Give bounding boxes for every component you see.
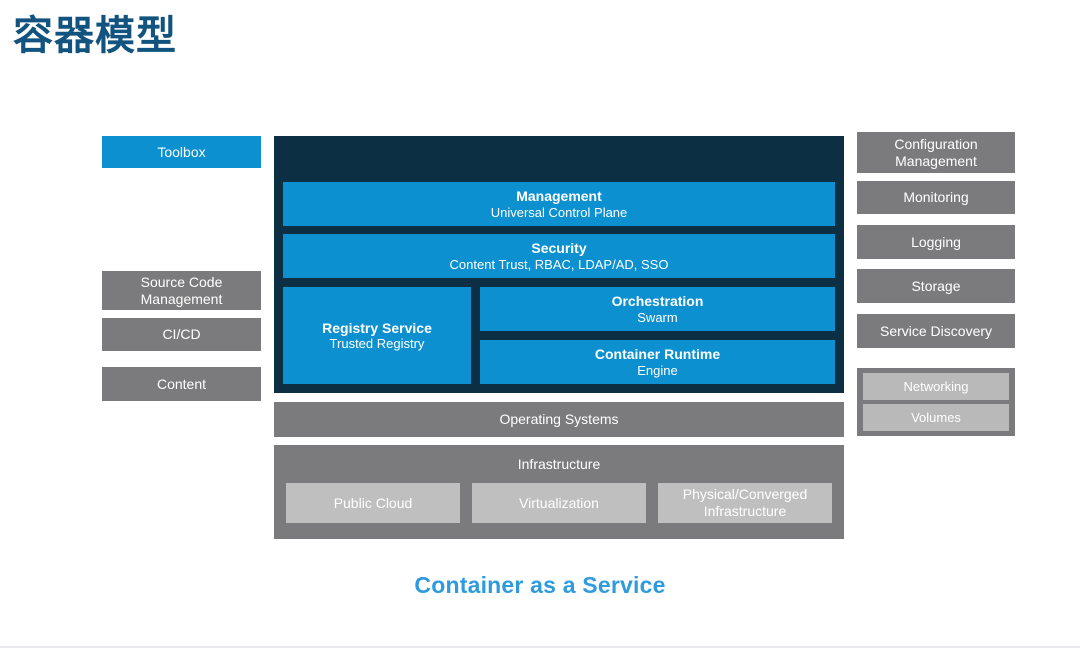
sidebar-item-logging[interactable]: Logging (857, 225, 1015, 259)
sidebar-item-label: Networking (903, 379, 969, 394)
sidebar-item-content[interactable]: Content (102, 367, 261, 401)
layer-title: Security (531, 240, 587, 257)
sidebar-item-ci-cd[interactable]: CI/CD (102, 318, 261, 351)
sidebar-item-storage[interactable]: Storage (857, 269, 1015, 303)
diagram-caption: Container as a Service (414, 572, 666, 598)
layer-title: Orchestration (611, 293, 704, 310)
sidebar-item-configuration-management[interactable]: Configuration Management (857, 132, 1015, 173)
layer-subtitle: Content Trust, RBAC, LDAP/AD, SSO (449, 256, 669, 272)
sidebar-item-label: Monitoring (903, 189, 969, 206)
sidebar-item-networking[interactable]: Networking (863, 373, 1009, 400)
stack-layer-infrastructure: Infrastructure Public Cloud Virtualizati… (274, 445, 844, 539)
infrastructure-item-label: Public Cloud (333, 494, 413, 511)
stack-layer-security[interactable]: Security Content Trust, RBAC, LDAP/AD, S… (283, 234, 835, 278)
layer-title: Operating Systems (499, 411, 619, 428)
infrastructure-item-public-cloud[interactable]: Public Cloud (286, 483, 460, 523)
infrastructure-item-physical-converged[interactable]: Physical/Converged Infrastructure (658, 483, 832, 523)
sidebar-group-networking-volumes: Networking Volumes (857, 368, 1015, 436)
stack-layer-registry-service[interactable]: Registry Service Trusted Registry (283, 287, 471, 384)
slide-canvas: 容器模型 Toolbox Source Code Management CI/C… (0, 0, 1080, 648)
layer-subtitle: Engine (637, 362, 678, 378)
sidebar-item-label: Toolbox (157, 143, 206, 160)
stack-layer-management[interactable]: Management Universal Control Plane (283, 182, 835, 226)
sidebar-item-service-discovery[interactable]: Service Discovery (857, 314, 1015, 348)
infrastructure-item-label: Virtualization (519, 494, 599, 511)
sidebar-item-label: Storage (911, 277, 961, 294)
sidebar-item-label: Volumes (911, 410, 961, 425)
stack-layer-operating-systems[interactable]: Operating Systems (274, 402, 844, 437)
layer-title: Infrastructure (517, 456, 601, 472)
sidebar-item-source-code-management[interactable]: Source Code Management (102, 271, 261, 310)
sidebar-item-toolbox[interactable]: Toolbox (102, 136, 261, 168)
layer-title: Management (516, 188, 602, 205)
sidebar-item-label: Source Code Management (140, 273, 223, 307)
sidebar-item-volumes[interactable]: Volumes (863, 404, 1009, 431)
layer-subtitle: Trusted Registry (329, 336, 425, 352)
infrastructure-item-virtualization[interactable]: Virtualization (472, 483, 646, 523)
layer-subtitle: Swarm (637, 309, 678, 325)
layer-subtitle: Universal Control Plane (490, 204, 628, 220)
layer-title: Registry Service (322, 319, 432, 336)
page-title: 容器模型 (13, 14, 177, 58)
sidebar-item-label: Content (156, 375, 207, 392)
stack-layer-orchestration[interactable]: Orchestration Swarm (480, 287, 835, 331)
infrastructure-items: Public Cloud Virtualization Physical/Con… (286, 483, 832, 523)
sidebar-item-label: Logging (911, 233, 961, 250)
sidebar-item-label: Configuration Management (894, 135, 978, 169)
sidebar-item-label: CI/CD (162, 326, 201, 343)
sidebar-item-label: Service Discovery (879, 322, 993, 339)
infrastructure-item-label: Physical/Converged Infrastructure (682, 486, 808, 519)
sidebar-item-monitoring[interactable]: Monitoring (857, 181, 1015, 214)
stack-layer-container-runtime[interactable]: Container Runtime Engine (480, 340, 835, 384)
layer-title: Container Runtime (594, 346, 721, 363)
